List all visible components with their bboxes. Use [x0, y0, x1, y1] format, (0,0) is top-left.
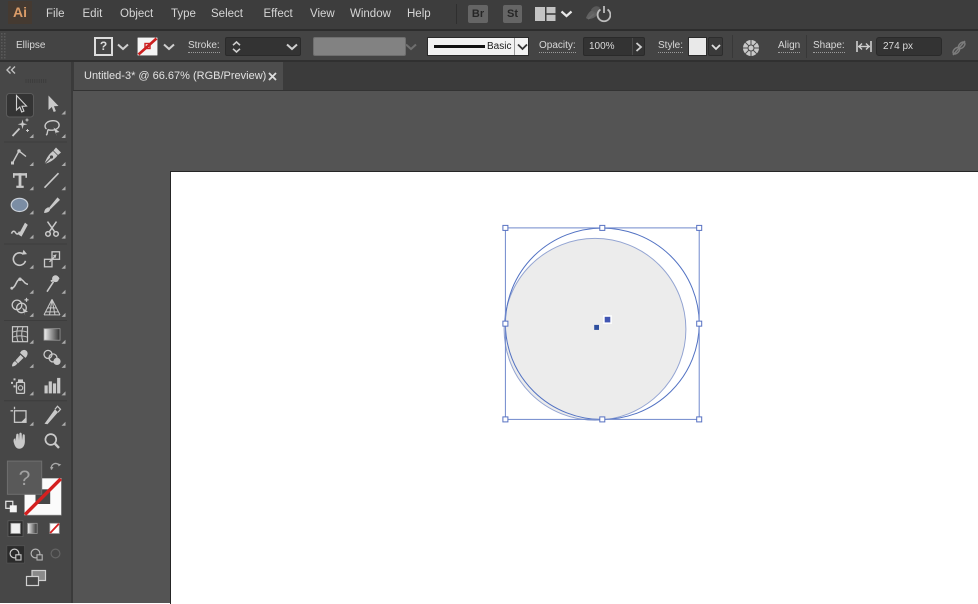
- svg-text:?: ?: [19, 467, 31, 490]
